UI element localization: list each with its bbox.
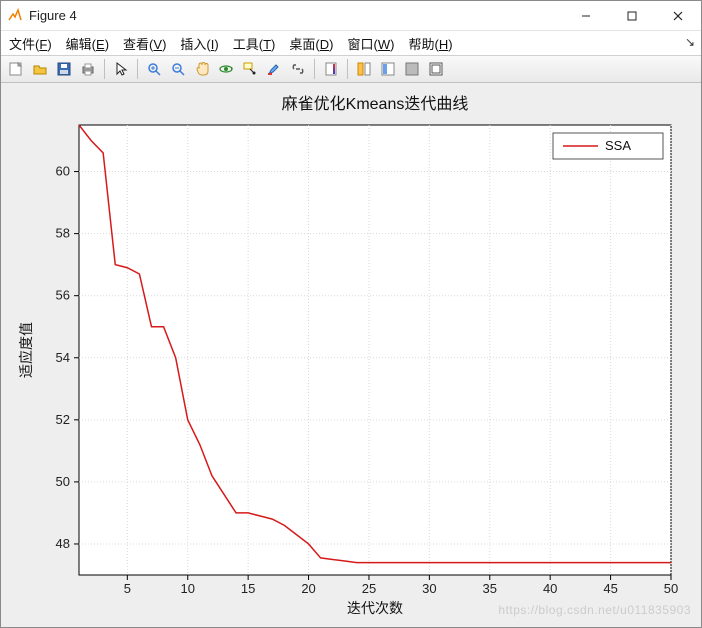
x-tick-label: 10 [181, 581, 195, 596]
float-button[interactable] [377, 58, 399, 80]
data-cursor-button[interactable] [239, 58, 261, 80]
menu-file[interactable]: 文件(F) [9, 34, 52, 53]
dock-icon [404, 61, 420, 77]
open-button[interactable] [29, 58, 51, 80]
legend-label: SSA [605, 138, 631, 153]
plot-area: 5 10 15 20 25 30 35 40 45 50 48 50 52 54 56 58 60 麻雀优化Kme… [1, 83, 701, 627]
layout-button[interactable] [425, 58, 447, 80]
y-tick-label: 60 [56, 164, 70, 179]
y-axis-label: 适应度值 [18, 322, 34, 378]
open-icon [32, 61, 48, 77]
tile-icon [356, 61, 372, 77]
x-tick-label: 5 [124, 581, 131, 596]
print-button[interactable] [77, 58, 99, 80]
maximize-button[interactable] [609, 1, 655, 31]
new-figure-button[interactable] [5, 58, 27, 80]
layout-icon [428, 61, 444, 77]
menu-insert[interactable]: 插入(I) [180, 34, 218, 53]
data-cursor-icon [242, 61, 258, 77]
minimize-button[interactable] [563, 1, 609, 31]
pan-button[interactable] [191, 58, 213, 80]
brush-icon [266, 61, 282, 77]
y-tick-label: 56 [56, 288, 70, 303]
dock-button[interactable] [401, 58, 423, 80]
pointer-icon [113, 61, 129, 77]
menu-tools[interactable]: 工具(T) [233, 34, 276, 53]
toolbar [1, 55, 701, 83]
figure-window: Figure 4 文件(F) 编辑(E) 查看(V) 插入(I) 工具(T) 桌… [0, 0, 702, 628]
menu-help[interactable]: 帮助(H) [408, 34, 452, 53]
rotate3d-icon [218, 61, 234, 77]
y-tick-label: 50 [56, 474, 70, 489]
toolbar-separator [104, 59, 105, 79]
x-axis-label: 迭代次数 [347, 600, 403, 616]
zoom-in-icon [146, 61, 162, 77]
zoom-in-button[interactable] [143, 58, 165, 80]
save-button[interactable] [53, 58, 75, 80]
matlab-logo-icon [7, 8, 23, 24]
rotate3d-button[interactable] [215, 58, 237, 80]
x-tick-label: 15 [241, 581, 255, 596]
link-plot-button[interactable] [287, 58, 309, 80]
pan-icon [194, 61, 210, 77]
menu-view[interactable]: 查看(V) [123, 34, 166, 53]
toolbar-separator [314, 59, 315, 79]
x-tick-label: 45 [603, 581, 617, 596]
close-button[interactable] [655, 1, 701, 31]
close-icon [673, 11, 683, 21]
y-tick-label: 52 [56, 412, 70, 427]
zoom-out-button[interactable] [167, 58, 189, 80]
menu-window[interactable]: 窗口(W) [347, 34, 394, 53]
maximize-icon [627, 11, 637, 21]
menu-overflow-icon[interactable]: ↘ [685, 35, 695, 49]
x-tick-label: 35 [483, 581, 497, 596]
menu-desktop[interactable]: 桌面(D) [289, 34, 333, 53]
title-bar: Figure 4 [1, 1, 701, 31]
pointer-button[interactable] [110, 58, 132, 80]
chart-svg: 5 10 15 20 25 30 35 40 45 50 48 50 52 54 56 58 60 麻雀优化Kme… [1, 83, 701, 625]
menu-edit[interactable]: 编辑(E) [66, 34, 109, 53]
tile-button[interactable] [353, 58, 375, 80]
brush-button[interactable] [263, 58, 285, 80]
chart-title: 麻雀优化Kmeans迭代曲线 [282, 95, 469, 113]
axes-box[interactable] [79, 125, 671, 575]
menu-bar: 文件(F) 编辑(E) 查看(V) 插入(I) 工具(T) 桌面(D) 窗口(W… [1, 31, 701, 55]
insert-colorbar-button[interactable] [320, 58, 342, 80]
toolbar-separator [347, 59, 348, 79]
colorbar-icon [323, 61, 339, 77]
link-icon [290, 61, 306, 77]
zoom-out-icon [170, 61, 186, 77]
y-tick-label: 58 [56, 226, 70, 241]
x-tick-label: 25 [362, 581, 376, 596]
window-title: Figure 4 [29, 8, 77, 23]
y-tick-label: 48 [56, 536, 70, 551]
minimize-icon [581, 11, 591, 21]
print-icon [80, 61, 96, 77]
x-tick-label: 50 [664, 581, 678, 596]
new-figure-icon [8, 61, 24, 77]
save-icon [56, 61, 72, 77]
x-tick-label: 30 [422, 581, 436, 596]
x-tick-label: 20 [301, 581, 315, 596]
y-tick-label: 54 [56, 350, 70, 365]
x-tick-label: 40 [543, 581, 557, 596]
float-icon [380, 61, 396, 77]
toolbar-separator [137, 59, 138, 79]
